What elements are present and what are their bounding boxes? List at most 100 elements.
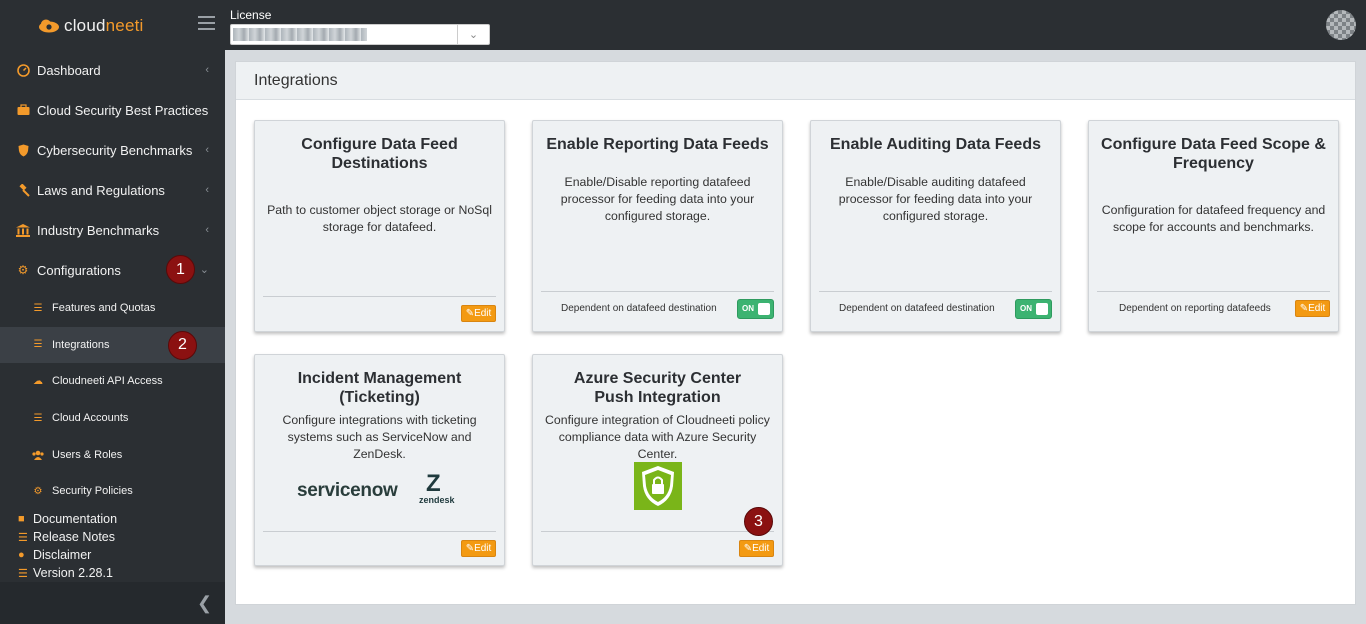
users-icon	[32, 449, 44, 461]
azure-security-center-logo	[634, 462, 682, 510]
divider	[541, 291, 774, 292]
servicenow-logo: servicenow	[297, 480, 398, 501]
sidebar-item-label: Configurations	[37, 262, 121, 278]
divider	[263, 531, 496, 532]
list-icon: ☰	[33, 412, 43, 424]
chevron-left-icon: ‹	[205, 224, 209, 236]
gauge-icon	[16, 63, 30, 77]
card-title: Configure Data Feed Destinations	[301, 136, 458, 172]
bank-icon	[16, 223, 30, 237]
briefcase-icon	[16, 103, 30, 117]
edit-button[interactable]: ✎ Edit	[739, 540, 774, 557]
annotation-badge-3: 3	[744, 507, 773, 536]
sidebar-item-label: Dashboard	[37, 62, 101, 78]
page-title: Integrations	[236, 62, 1355, 100]
gear-icon: ⚙	[17, 263, 29, 277]
sidebar-subitem-security-policies[interactable]: ⚙ Security Policies	[0, 473, 225, 510]
sidebar-item-cloud-security-best-practices[interactable]: Cloud Security Best Practices	[0, 90, 225, 130]
list-icon: ☰	[33, 302, 43, 314]
card-title: Enable Auditing Data Feeds	[830, 136, 1041, 153]
sidebar-subitem-cloudneeti-api-access[interactable]: ☁ Cloudneeti API Access	[0, 363, 225, 400]
card-title: Configure Data Feed Scope & Frequency	[1101, 136, 1326, 172]
zendesk-logo: Z zendesk	[419, 470, 455, 506]
divider	[541, 531, 774, 532]
edit-button[interactable]: ✎ Edit	[1295, 300, 1330, 317]
card-enable-auditing-data-feeds: Enable Auditing Data Feeds Enable/Disabl…	[810, 120, 1061, 332]
card-footer-note: Dependent on datafeed destination	[561, 303, 717, 314]
sidebar-item-configurations[interactable]: ⚙ Configurations ⌄ 1	[0, 250, 225, 290]
sidebar-collapse-bar[interactable]: ❮	[0, 582, 225, 624]
edit-button[interactable]: ✎ Edit	[461, 540, 496, 557]
chevron-down-icon: ⌄	[199, 264, 209, 276]
chevron-left-icon: ‹	[205, 64, 209, 76]
sidebar-subitem-users-and-roles[interactable]: Users & Roles	[0, 436, 225, 473]
card-footer-note: Dependent on datafeed destination	[839, 303, 995, 314]
gears-icon: ⚙	[33, 485, 43, 497]
chevron-left-icon[interactable]: ❮	[197, 593, 212, 614]
reporting-datafeed-toggle[interactable]: ON	[737, 299, 774, 319]
license-value-redacted	[233, 28, 367, 41]
sidebar-subitem-label: Users & Roles	[52, 448, 123, 461]
list-icon: ☰	[18, 567, 28, 580]
auditing-datafeed-toggle[interactable]: ON	[1015, 299, 1052, 319]
release-notes-link[interactable]: ☰ Release Notes	[18, 528, 117, 546]
list-icon: ☰	[33, 339, 43, 351]
card-configure-data-feed-destinations: Configure Data Feed Destinations Path to…	[254, 120, 505, 332]
sidebar-subitem-label: Integrations	[52, 338, 110, 351]
card-title: Incident Management (Ticketing)	[297, 370, 462, 406]
sidebar-menu: Dashboard ‹ Cloud Security Best Practice…	[0, 50, 225, 510]
integrations-panel: Integrations Configure Data Feed Destina…	[235, 61, 1356, 605]
book-icon: ■	[18, 513, 25, 525]
card-title: Azure Security Center Push Integration	[573, 370, 742, 406]
sidebar-subitem-features-and-quotas[interactable]: ☰ Features and Quotas	[0, 290, 225, 327]
exclamation-icon: ●	[18, 549, 25, 561]
divider	[263, 296, 496, 297]
edit-icon: ✎	[743, 543, 753, 554]
zendesk-z-icon: Z	[426, 470, 441, 497]
sidebar-item-dashboard[interactable]: Dashboard ‹	[0, 50, 225, 90]
hamburger-menu-icon[interactable]	[198, 16, 215, 30]
license-select[interactable]: ⌄	[230, 24, 490, 45]
annotation-badge-1: 1	[166, 255, 195, 284]
card-footer-note: Dependent on reporting datafeeds	[1119, 303, 1271, 314]
chevron-down-icon[interactable]: ⌄	[457, 25, 489, 44]
card-incident-management: Incident Management (Ticketing) Configur…	[254, 354, 505, 566]
sidebar-item-cybersecurity-benchmarks[interactable]: Cybersecurity Benchmarks ‹	[0, 130, 225, 170]
card-title: Enable Reporting Data Feeds	[546, 136, 769, 153]
sidebar-subitem-label: Cloud Accounts	[52, 412, 129, 425]
card-configure-data-feed-scope-frequency: Configure Data Feed Scope & Frequency Co…	[1088, 120, 1339, 332]
list-icon: ☰	[18, 531, 28, 544]
cloudneeti-logo[interactable]: cloudneeti	[38, 14, 144, 38]
sidebar-item-industry-benchmarks[interactable]: Industry Benchmarks ‹	[0, 210, 225, 250]
divider	[1097, 291, 1330, 292]
sidebar-item-label: Cybersecurity Benchmarks	[37, 142, 193, 158]
topbar: License ⌄	[225, 0, 1366, 50]
gavel-icon	[16, 183, 30, 197]
shield-lock-icon	[642, 466, 674, 506]
license-label: License	[230, 8, 272, 22]
card-description: Enable/Disable auditing datafeed process…	[838, 175, 1033, 223]
card-description: Path to customer object storage or NoSql…	[267, 203, 492, 234]
sidebar-subitem-label: Cloudneeti API Access	[52, 375, 163, 388]
brand-name: cloudneeti	[64, 16, 144, 35]
card-azure-security-center-push: Azure Security Center Push Integration C…	[532, 354, 783, 566]
sidebar-item-label: Laws and Regulations	[37, 182, 165, 198]
edit-icon: ✎	[465, 543, 475, 554]
card-description: Configuration for datafeed frequency and…	[1101, 203, 1326, 234]
sidebar-subitem-cloud-accounts[interactable]: ☰ Cloud Accounts	[0, 400, 225, 437]
shield-icon	[16, 143, 30, 157]
sidebar-subitem-label: Security Policies	[52, 485, 133, 498]
cloud-gears-icon: ☁	[33, 375, 43, 387]
sidebar-subitem-integrations[interactable]: ☰ Integrations 2	[0, 326, 225, 364]
chevron-left-icon: ‹	[205, 144, 209, 156]
documentation-link[interactable]: ■ Documentation	[18, 510, 117, 528]
disclaimer-link[interactable]: ● Disclaimer	[18, 546, 117, 564]
edit-icon: ✎	[465, 308, 475, 319]
avatar[interactable]	[1326, 10, 1356, 40]
edit-button[interactable]: ✎ Edit	[461, 305, 496, 322]
sidebar-subitem-label: Features and Quotas	[52, 302, 156, 315]
sidebar-item-laws-and-regulations[interactable]: Laws and Regulations ‹	[0, 170, 225, 210]
sidebar-item-label: Cloud Security Best Practices	[37, 102, 209, 118]
card-enable-reporting-data-feeds: Enable Reporting Data Feeds Enable/Disab…	[532, 120, 783, 332]
annotation-badge-2: 2	[168, 330, 197, 360]
